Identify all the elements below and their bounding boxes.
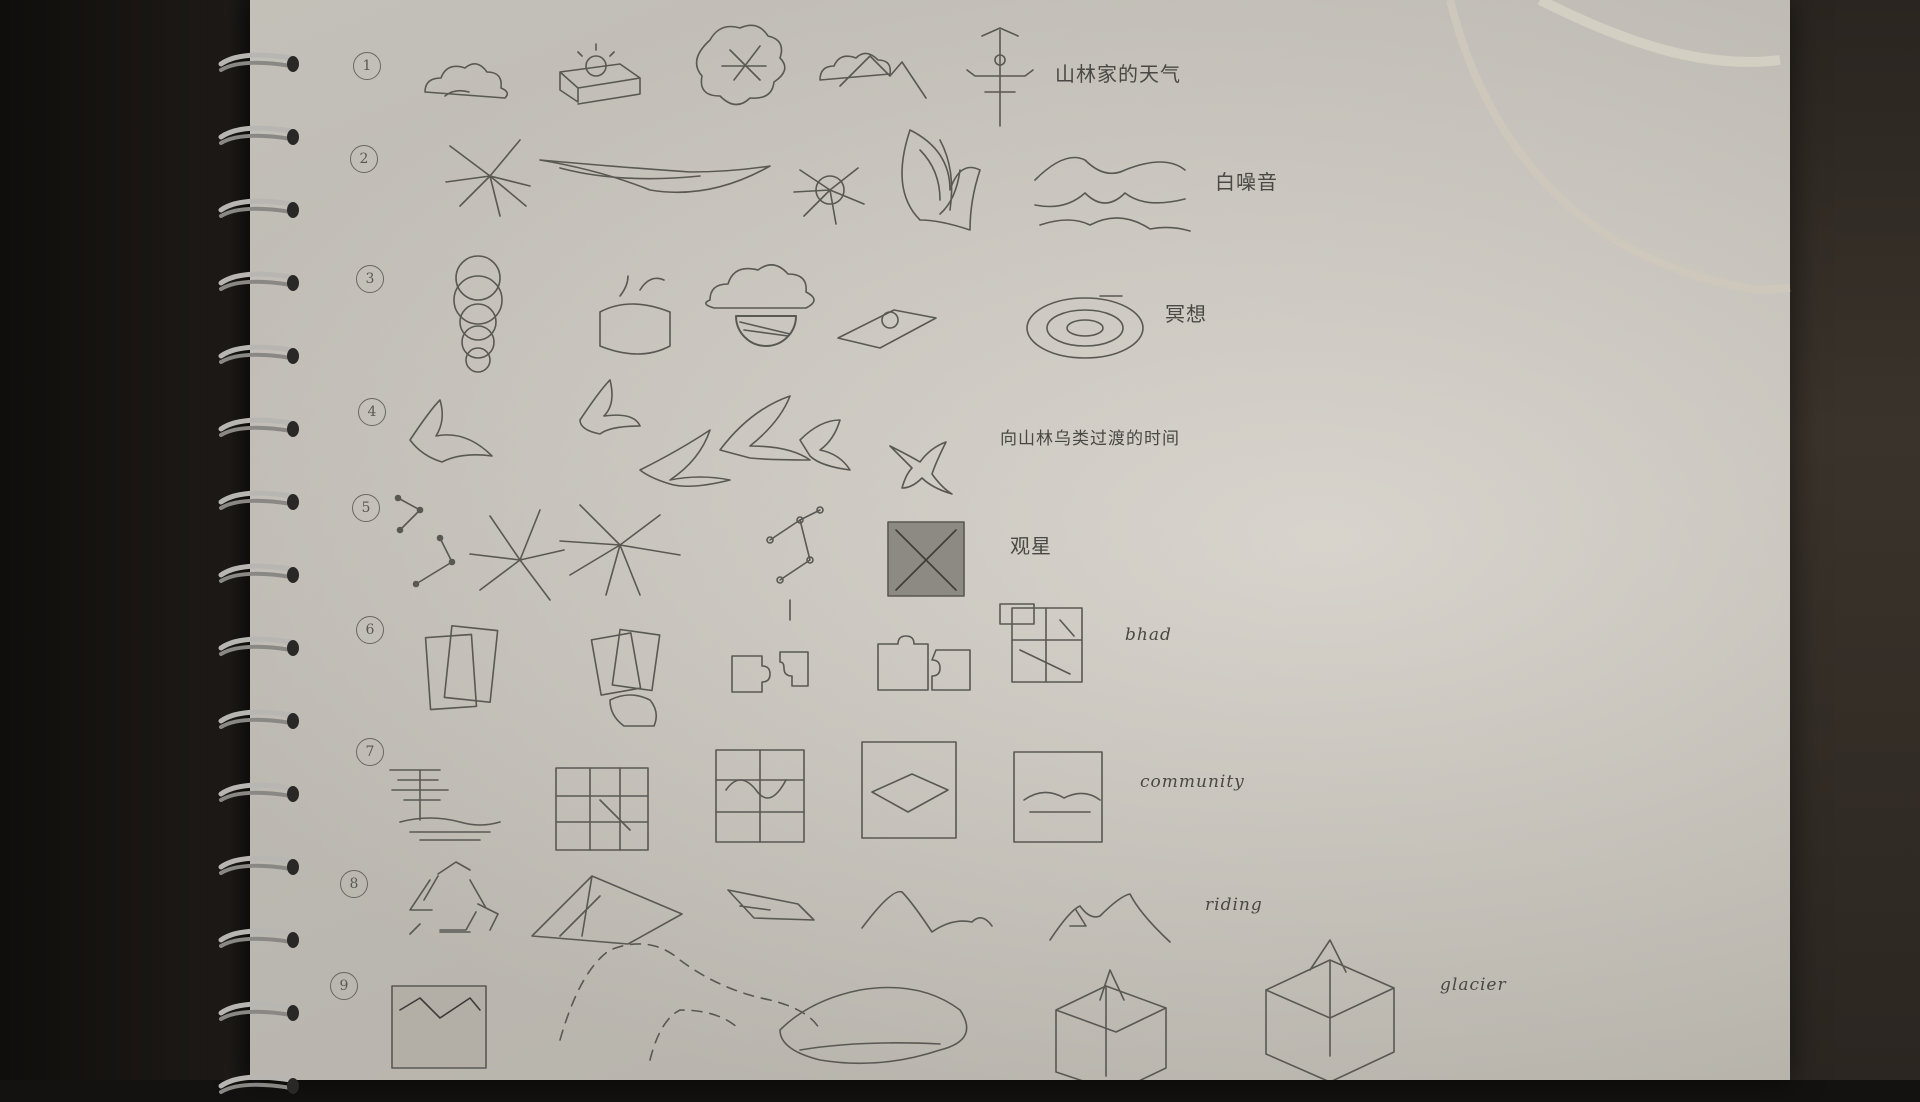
star-map-sketch [766, 506, 824, 621]
flame-sketch [901, 129, 981, 231]
tarp-sketch [727, 889, 815, 921]
bird-sketch-1 [409, 399, 493, 463]
sound-waves-sketch [1034, 156, 1191, 232]
sun-over-box-sketch [559, 43, 641, 105]
starburst-sketch-1 [469, 509, 565, 601]
candle-pot-sketch [599, 275, 671, 355]
starburst-sketch-2 [559, 504, 681, 596]
wave-stroke-sketch [539, 159, 771, 194]
mountain-line-sketch-2 [1049, 893, 1171, 943]
stacked-circles-sketch [453, 255, 503, 373]
spark-sketch [445, 139, 531, 217]
dashed-trail-sketch [559, 943, 821, 1061]
ripple-sketch [1026, 295, 1144, 359]
cloud-over-sphere-sketch [705, 264, 815, 347]
bird-sketch-last [889, 441, 953, 495]
puzzle-complete-sketch [999, 603, 1083, 683]
weathervane-sketch [966, 27, 1034, 127]
framed-diamond-sketch [861, 741, 957, 839]
cloud-mountain-sketch [819, 52, 927, 99]
building-grid-sketch [555, 767, 649, 851]
hand-cards-sketch [590, 628, 661, 727]
burst-dots-sketch [793, 167, 865, 225]
map-grid-sketch [715, 749, 805, 843]
tree-landscape-sketch [389, 769, 501, 841]
puzzle-piece-sketch-1 [731, 651, 809, 693]
dark-square-sketch [887, 521, 965, 597]
constellation-sketch [394, 494, 456, 588]
diamond-plane-sketch [837, 309, 937, 349]
terrain-contour-sketch [779, 986, 968, 1065]
framed-landscape-sketch [1013, 751, 1103, 843]
mountain-line-sketch-1 [861, 890, 993, 933]
puzzle-piece-sketch-2 [877, 635, 971, 691]
ice-crystal-sketch-1 [1055, 969, 1167, 1080]
cloud-burst-sketch [695, 24, 786, 106]
ice-crystal-sketch-2 [1265, 939, 1395, 1080]
cloud-sketch-1 [424, 63, 509, 99]
cards-sketch-1 [424, 624, 499, 711]
photo-scene: 1 2 3 4 5 6 7 8 9 山林家的天气 白噪音 冥想 向山林乌类过渡的… [0, 0, 1920, 1094]
framed-terrain-sketch [391, 985, 487, 1069]
pencil-sketches [389, 24, 1395, 1080]
recycle-icon-sketch [409, 861, 499, 935]
bird-flock-sketch [579, 379, 851, 488]
tent-sketch [531, 875, 683, 945]
